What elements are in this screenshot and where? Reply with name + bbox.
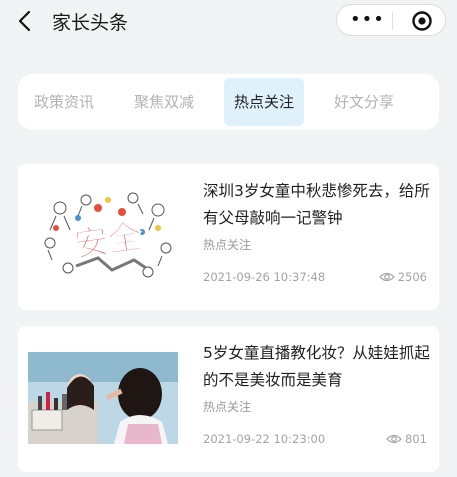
view-count-value: 801 (405, 432, 427, 446)
article-title[interactable]: 深圳3岁女童中秋悲惨死去，给所有父母敲响一记警钟 (203, 178, 431, 232)
page-title: 家长头条 (52, 12, 129, 34)
tab-hot-topics[interactable]: 热点关注 (224, 78, 305, 126)
target-icon[interactable] (411, 10, 433, 32)
view-count-value: 2506 (397, 270, 427, 284)
nav-bar: 家长头条 ••• (0, 0, 457, 44)
capsule-divider (392, 12, 393, 30)
view-count: 801 (386, 432, 427, 446)
article-thumbnail: 安全 (38, 188, 178, 283)
eye-icon (386, 434, 402, 444)
category-tabs: 政策资讯 聚焦双减 热点关注 好文分享 (18, 74, 439, 130)
article-thumbnail (28, 352, 178, 444)
tab-article-share[interactable]: 好文分享 (324, 87, 404, 117)
back-arrow-icon[interactable] (14, 9, 38, 33)
tab-policy-news[interactable]: 政策资讯 (24, 87, 104, 117)
miniprogram-capsule: ••• (336, 4, 446, 36)
article-date: 2021-09-22 10:23:00 (203, 432, 326, 446)
article-category: 热点关注 (203, 400, 252, 414)
article-card[interactable]: 安全 深圳3岁女童中秋悲惨死去，给所有父母敲响一记警钟 热点关注 2021-09… (18, 164, 439, 310)
article-category: 热点关注 (203, 238, 252, 252)
article-title[interactable]: 5岁女童直播教化妆？从娃娃抓起的不是美妆而是美育 (203, 340, 431, 394)
eye-icon (378, 272, 395, 282)
article-date: 2021-09-26 10:37:48 (203, 270, 326, 284)
more-dots-icon[interactable]: ••• (350, 11, 385, 29)
article-card[interactable]: 5岁女童直播教化妆？从娃娃抓起的不是美妆而是美育 热点关注 2021-09-22… (18, 326, 439, 472)
view-count: 2506 (378, 270, 427, 284)
tab-double-reduction[interactable]: 聚焦双减 (124, 87, 204, 117)
